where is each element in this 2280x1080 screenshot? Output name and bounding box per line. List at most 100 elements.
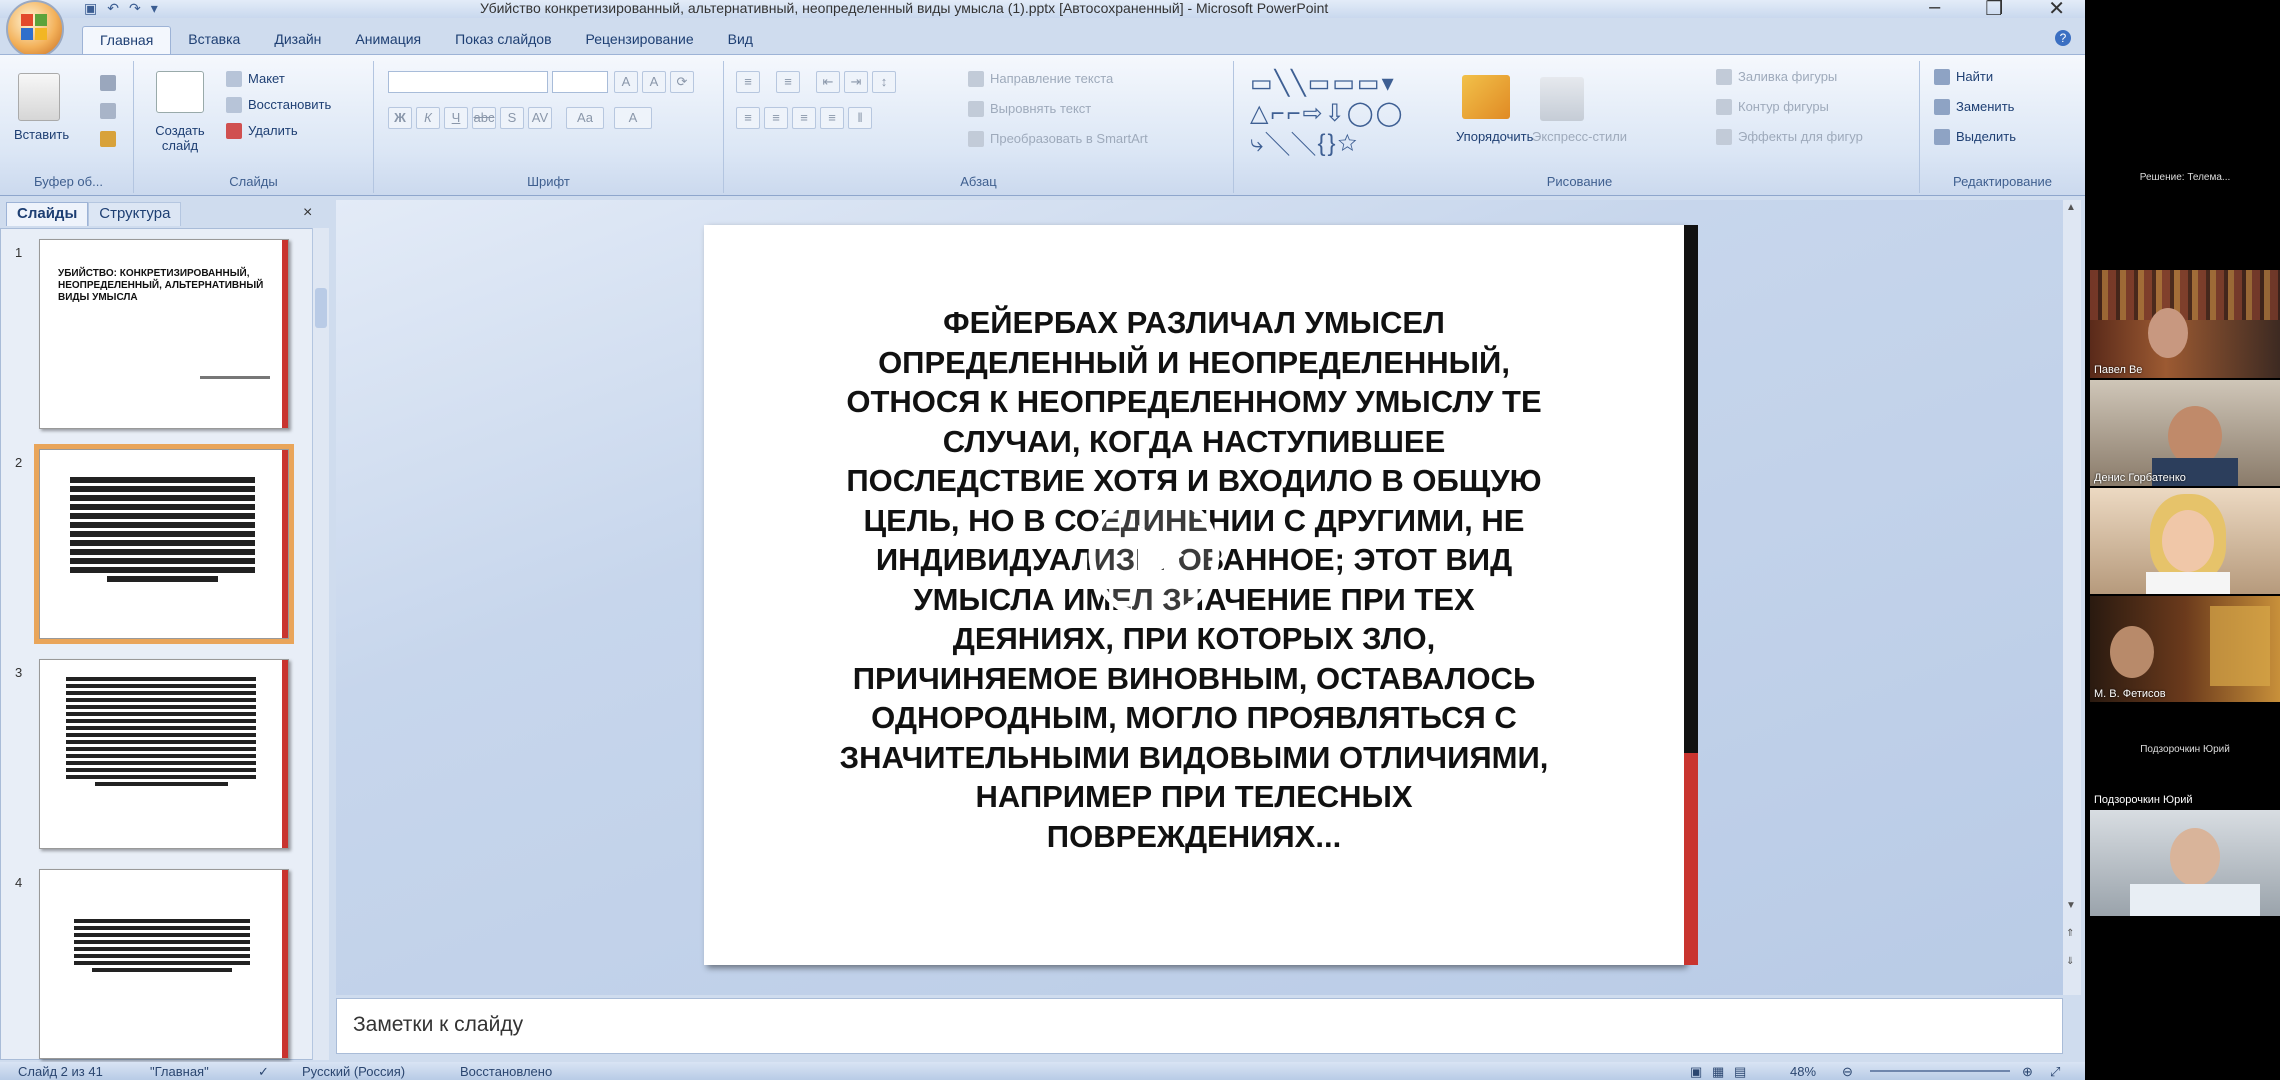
fit-slide-icon[interactable]: ⤢: [2050, 1064, 2060, 1080]
tab-review[interactable]: Рецензирование: [569, 26, 711, 54]
text-direction-button[interactable]: Направление текста: [990, 71, 1113, 86]
participant-name: М. В. Фетисов: [2094, 688, 2166, 700]
tab-home[interactable]: Главная: [82, 26, 172, 54]
align-left-icon[interactable]: ≡: [736, 107, 760, 129]
shapes-gallery[interactable]: ▭╲╲▭▭▭▾ △⌐⌐⇨⇩◯◯ ⤷╲╲{}☆: [1250, 69, 1450, 159]
close-panel-icon[interactable]: ×: [303, 204, 312, 222]
view-normal-icon[interactable]: ▣: [1690, 1064, 1702, 1080]
paste-icon[interactable]: [18, 73, 60, 121]
scroll-thumb[interactable]: [315, 288, 327, 328]
columns-icon[interactable]: ‖: [848, 107, 872, 129]
slide-thumbnail[interactable]: УБИЙСТВО: КОНКРЕТИЗИРОВАННЫЙ, НЕОПРЕДЕЛЕ…: [39, 239, 289, 429]
strikethrough-icon[interactable]: abc: [472, 107, 496, 129]
align-text-icon: [968, 101, 984, 117]
convert-smartart-button[interactable]: Преобразовать в SmartArt: [990, 131, 1148, 146]
participant-tile[interactable]: Подзорочкин Юрий Подзорочкин Юрий: [2090, 704, 2280, 808]
change-case-icon[interactable]: Aa: [566, 107, 604, 129]
help-icon[interactable]: ?: [2055, 30, 2071, 46]
arrange-button[interactable]: Упорядочить: [1456, 129, 1533, 144]
undo-icon[interactable]: ↶: [107, 0, 119, 16]
maximize-button[interactable]: ❐: [1985, 0, 2003, 21]
font-size-select[interactable]: [552, 71, 608, 93]
panel-scrollbar[interactable]: [312, 228, 329, 1060]
delete-button[interactable]: Удалить: [248, 123, 298, 138]
slide-thumbnail[interactable]: [39, 659, 289, 849]
participant-tile[interactable]: М. В. Фетисов: [2090, 596, 2280, 702]
view-sorter-icon[interactable]: ▦: [1712, 1064, 1724, 1080]
increase-indent-icon[interactable]: ⇥: [844, 71, 868, 93]
spellcheck-icon[interactable]: ✓: [258, 1064, 269, 1080]
arrange-icon[interactable]: [1462, 75, 1510, 119]
cut-icon[interactable]: [100, 75, 116, 91]
language-indicator[interactable]: Русский (Россия): [302, 1064, 405, 1079]
clear-format-icon[interactable]: ⟳: [670, 71, 694, 93]
next-slide-icon[interactable]: ⇓: [2066, 956, 2078, 967]
notes-pane[interactable]: Заметки к слайду: [336, 998, 2063, 1054]
quick-styles-button[interactable]: Экспресс-стили: [1532, 129, 1627, 144]
tab-animation[interactable]: Анимация: [338, 26, 438, 54]
shape-fill-button[interactable]: Заливка фигуры: [1738, 69, 1837, 84]
participant-tile[interactable]: Павел Ве: [2090, 270, 2280, 378]
align-text-button[interactable]: Выровнять текст: [990, 101, 1091, 116]
tab-view[interactable]: Вид: [711, 26, 770, 54]
qat-dropdown-icon[interactable]: ▾: [151, 0, 158, 16]
justify-icon[interactable]: ≡: [820, 107, 844, 129]
find-button[interactable]: Найти: [1956, 69, 1993, 84]
redo-icon[interactable]: ↷: [129, 0, 141, 16]
char-spacing-icon[interactable]: AV: [528, 107, 552, 129]
grow-font-icon[interactable]: A: [614, 71, 638, 93]
italic-icon[interactable]: К: [416, 107, 440, 129]
thumbnail-number: 4: [15, 875, 23, 890]
shape-effects-button[interactable]: Эффекты для фигур: [1738, 129, 1863, 144]
zoom-level[interactable]: 48%: [1790, 1064, 1816, 1079]
paste-button[interactable]: Вставить: [14, 127, 69, 142]
tab-slides[interactable]: Слайды: [6, 202, 89, 226]
participant-tile[interactable]: [2090, 488, 2280, 594]
zoom-slider[interactable]: [1870, 1070, 2010, 1072]
view-slideshow-icon[interactable]: ▤: [1734, 1064, 1746, 1080]
reset-button[interactable]: Восстановить: [248, 97, 331, 112]
select-button[interactable]: Выделить: [1956, 129, 2016, 144]
tab-design[interactable]: Дизайн: [257, 26, 338, 54]
shadow-icon[interactable]: S: [500, 107, 524, 129]
replace-button[interactable]: Заменить: [1956, 99, 2014, 114]
tab-insert[interactable]: Вставка: [171, 26, 257, 54]
tab-outline[interactable]: Структура: [88, 202, 182, 226]
layout-button[interactable]: Макет: [248, 71, 285, 86]
font-name-select[interactable]: [388, 71, 548, 93]
align-center-icon[interactable]: ≡: [764, 107, 788, 129]
slide-thumbnail[interactable]: [39, 869, 289, 1059]
prev-slide-icon[interactable]: ⇑: [2066, 928, 2078, 939]
new-slide-icon[interactable]: [156, 71, 204, 113]
notes-placeholder[interactable]: Заметки к слайду: [353, 1013, 523, 1037]
zoom-out-icon[interactable]: ⊖: [1842, 1064, 1853, 1080]
scroll-down-icon[interactable]: ▼: [2066, 900, 2078, 911]
copy-icon[interactable]: [100, 103, 116, 119]
bold-icon[interactable]: Ж: [388, 107, 412, 129]
align-right-icon[interactable]: ≡: [792, 107, 816, 129]
close-button[interactable]: ✕: [2048, 0, 2065, 21]
scroll-up-icon[interactable]: ▲: [2066, 202, 2078, 213]
editor-scrollbar[interactable]: ▲ ▼ ⇑ ⇓: [2063, 200, 2081, 995]
new-slide-button[interactable]: Создать слайд: [150, 123, 210, 153]
office-button[interactable]: [6, 0, 64, 58]
tab-slideshow[interactable]: Показ слайдов: [438, 26, 568, 54]
play-icon[interactable]: [1054, 475, 1254, 635]
minimize-button[interactable]: –: [1929, 0, 1940, 21]
decrease-indent-icon[interactable]: ⇤: [816, 71, 840, 93]
zoom-in-icon[interactable]: ⊕: [2022, 1064, 2033, 1080]
save-icon[interactable]: ▣: [84, 0, 97, 16]
underline-icon[interactable]: Ч: [444, 107, 468, 129]
quick-styles-icon[interactable]: [1540, 77, 1584, 121]
shape-outline-button[interactable]: Контур фигуры: [1738, 99, 1829, 114]
line-spacing-icon[interactable]: ↕: [872, 71, 896, 93]
slide-thumbnail-selected[interactable]: [34, 444, 294, 644]
font-color-icon[interactable]: A: [614, 107, 652, 129]
participant-tile[interactable]: [2090, 810, 2280, 916]
format-painter-icon[interactable]: [100, 131, 116, 147]
current-slide[interactable]: ФЕЙЕРБАХ РАЗЛИЧАЛ УМЫСЕЛ ОПРЕДЕЛЕННЫЙ И …: [704, 225, 1698, 965]
bullets-icon[interactable]: ≡: [736, 71, 760, 93]
numbering-icon[interactable]: ≡: [776, 71, 800, 93]
participant-tile[interactable]: Денис Горбатенко: [2090, 380, 2280, 486]
shrink-font-icon[interactable]: A: [642, 71, 666, 93]
